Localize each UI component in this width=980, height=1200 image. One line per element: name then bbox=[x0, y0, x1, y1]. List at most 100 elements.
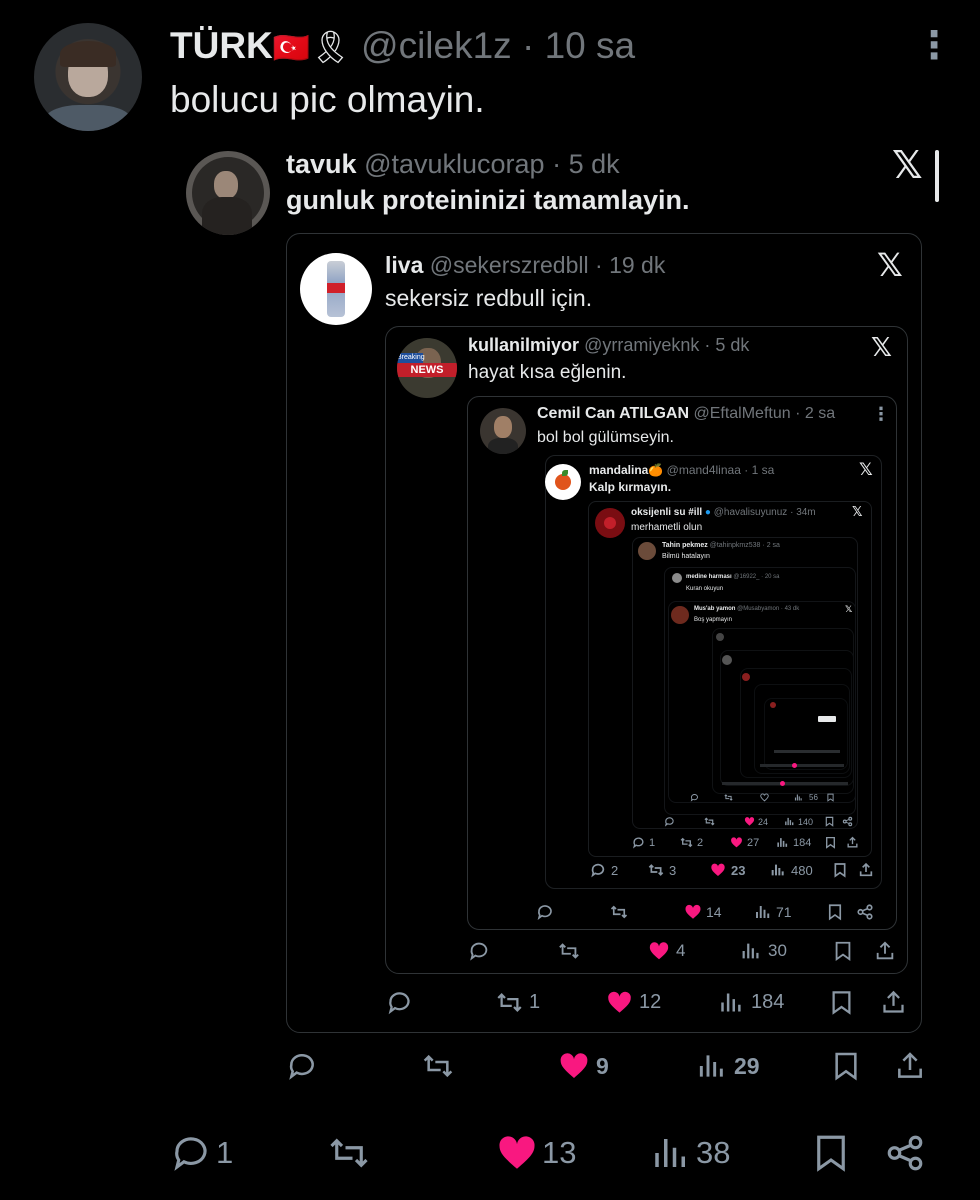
share-button[interactable] bbox=[858, 862, 874, 878]
views-button[interactable]: 140 bbox=[784, 816, 813, 827]
reply-button[interactable] bbox=[690, 793, 699, 802]
views-button[interactable]: 184 bbox=[718, 989, 784, 1016]
quote-tavuk-name[interactable]: tavuk bbox=[286, 149, 357, 179]
quote-cemil-handle[interactable]: @EftalMeftun bbox=[693, 405, 790, 422]
reply-button[interactable] bbox=[664, 816, 675, 827]
bookmark-button[interactable] bbox=[832, 862, 848, 878]
repost-count: 3 bbox=[669, 862, 677, 878]
quote-mandalina-handle[interactable]: @mand4linaa bbox=[667, 463, 741, 477]
share-button[interactable] bbox=[842, 816, 853, 827]
bookmark-button[interactable] bbox=[824, 836, 837, 849]
like-button[interactable]: 13 bbox=[496, 1132, 576, 1174]
quote-tavuk-avatar[interactable] bbox=[186, 151, 270, 235]
post-author-handle[interactable]: @cilek1z bbox=[361, 25, 512, 66]
x-logo-icon: 𝕏 bbox=[871, 332, 892, 362]
views-button[interactable]: 56 bbox=[794, 793, 818, 802]
quote-medine-name[interactable]: medine harması bbox=[686, 574, 732, 580]
share-button[interactable] bbox=[846, 836, 859, 849]
quote-cemil-avatar[interactable] bbox=[480, 408, 526, 454]
repost-button[interactable] bbox=[422, 1050, 454, 1082]
views-button[interactable]: 29 bbox=[696, 1050, 760, 1082]
bookmark-button[interactable] bbox=[810, 1132, 852, 1174]
quote-tavuk-time[interactable]: 5 dk bbox=[569, 149, 620, 179]
quote-medine-avatar[interactable] bbox=[672, 573, 682, 583]
share-button[interactable] bbox=[874, 940, 896, 962]
quote-oksijenli-time[interactable]: 34m bbox=[796, 507, 815, 518]
repost-button[interactable]: 3 bbox=[648, 862, 676, 878]
quote-musab-time[interactable]: 43 dk bbox=[785, 606, 800, 612]
like-button[interactable]: 9 bbox=[558, 1050, 609, 1082]
quote-tahin-avatar[interactable] bbox=[638, 542, 656, 560]
scrollbar-thumb[interactable] bbox=[935, 150, 939, 202]
quote-medine-time[interactable]: 20 sa bbox=[765, 574, 780, 580]
reply-button[interactable]: 1 bbox=[170, 1132, 233, 1174]
nested-quote-card[interactable] bbox=[764, 698, 848, 770]
like-button[interactable]: 12 bbox=[606, 989, 661, 1016]
post-author-name[interactable]: TÜRK bbox=[170, 25, 273, 66]
views-button[interactable]: 38 bbox=[650, 1132, 730, 1174]
like-button[interactable]: 23 bbox=[710, 862, 745, 878]
quote-mandalina-avatar[interactable] bbox=[545, 464, 581, 500]
like-button[interactable]: 14 bbox=[684, 903, 722, 921]
repost-button[interactable] bbox=[724, 793, 733, 802]
bookmark-button[interactable] bbox=[824, 816, 835, 827]
bookmark-button[interactable] bbox=[830, 1050, 862, 1082]
quote-tahin-time[interactable]: 2 sa bbox=[767, 542, 780, 549]
views-button[interactable]: 71 bbox=[754, 903, 792, 921]
reply-button[interactable]: 2 bbox=[590, 862, 618, 878]
repost-button[interactable]: 1 bbox=[496, 989, 540, 1016]
quote-medine-handle[interactable]: @16922_ bbox=[733, 574, 759, 580]
reply-button[interactable] bbox=[536, 903, 554, 921]
repost-button[interactable] bbox=[704, 816, 715, 827]
repost-button[interactable]: 2 bbox=[680, 836, 703, 849]
quote-liva-time[interactable]: 19 dk bbox=[609, 252, 665, 278]
share-button[interactable] bbox=[856, 903, 874, 921]
quote-kullanilmiyor-name[interactable]: kullanilmiyor bbox=[468, 335, 579, 355]
post-avatar[interactable] bbox=[34, 23, 142, 131]
quote-cemil-name[interactable]: Cemil Can ATILGAN bbox=[537, 405, 689, 422]
views-button[interactable]: 30 bbox=[740, 940, 787, 962]
post-time[interactable]: 10 sa bbox=[545, 25, 636, 66]
quote-tahin-handle[interactable]: @tahinpkmz538 bbox=[710, 542, 761, 549]
bookmark-button[interactable] bbox=[826, 903, 844, 921]
quote-tahin-name[interactable]: Tahin pekmez bbox=[662, 542, 708, 549]
like-button[interactable] bbox=[760, 793, 769, 802]
repost-button[interactable] bbox=[610, 903, 628, 921]
repost-button[interactable] bbox=[558, 940, 580, 962]
views-button[interactable]: 184 bbox=[776, 836, 811, 849]
like-button[interactable]: 27 bbox=[730, 836, 759, 849]
quote-kullanilmiyor-time[interactable]: 5 dk bbox=[715, 335, 749, 355]
quote-tavuk-handle[interactable]: @tavuklucorap bbox=[364, 149, 545, 179]
more-options-icon[interactable]: ⋮ bbox=[915, 26, 953, 66]
share-button[interactable] bbox=[894, 1050, 926, 1082]
quote-musab-avatar[interactable] bbox=[671, 606, 689, 624]
quote-liva-name[interactable]: liva bbox=[385, 252, 423, 278]
quote-liva-avatar[interactable] bbox=[300, 253, 372, 325]
quote-oksijenli-handle[interactable]: @havalisuyunuz bbox=[714, 507, 788, 518]
bookmark-button[interactable] bbox=[828, 989, 855, 1016]
share-button[interactable] bbox=[880, 989, 907, 1016]
reply-button[interactable] bbox=[386, 989, 413, 1016]
quote-mandalina-time[interactable]: 1 sa bbox=[752, 463, 775, 477]
quote-cemil-time[interactable]: 2 sa bbox=[805, 405, 835, 422]
like-button[interactable]: 4 bbox=[648, 940, 685, 962]
quote-mandalina-name[interactable]: mandalina🍊 bbox=[589, 463, 663, 477]
reply-button[interactable] bbox=[468, 940, 490, 962]
views-button[interactable]: 480 bbox=[770, 862, 813, 878]
like-button[interactable]: 24 bbox=[744, 816, 768, 827]
bookmark-button[interactable] bbox=[826, 793, 835, 802]
like-count: 13 bbox=[542, 1135, 577, 1170]
quote-liva-handle[interactable]: @sekerszredbll bbox=[430, 252, 589, 278]
quote-kullanilmiyor-avatar[interactable]: Breaking NEWS bbox=[397, 338, 457, 398]
reply-button[interactable] bbox=[286, 1050, 318, 1082]
quote-oksijenli-avatar[interactable] bbox=[595, 508, 625, 538]
quote-kullanilmiyor-handle[interactable]: @yrramiyeknk bbox=[584, 335, 699, 355]
repost-button[interactable] bbox=[328, 1132, 370, 1174]
quote-musab-handle[interactable]: @Musabyamon bbox=[737, 606, 779, 612]
share-button[interactable] bbox=[884, 1132, 926, 1174]
more-options-icon[interactable]: ⋮ bbox=[872, 404, 890, 424]
reply-button[interactable]: 1 bbox=[632, 836, 655, 849]
quote-oksijenli-name[interactable]: oksijenli su #ill bbox=[631, 507, 702, 518]
quote-musab-name[interactable]: Mus'ab yamon bbox=[694, 606, 735, 612]
bookmark-button[interactable] bbox=[832, 940, 854, 962]
